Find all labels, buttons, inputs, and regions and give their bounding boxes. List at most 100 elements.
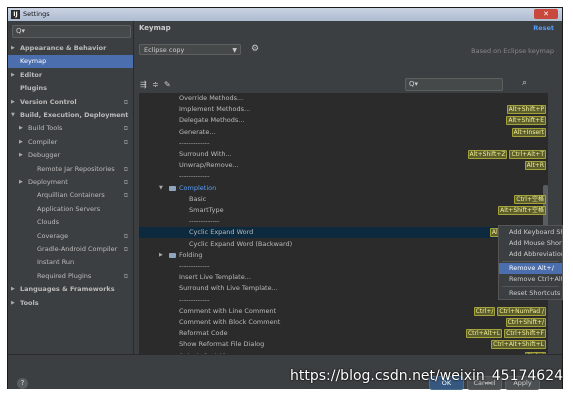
sidebar-item[interactable]: ▶ Deployment ⧉ [8,176,133,189]
based-on-label: Based on Eclipse keymap [471,47,554,55]
sidebar-item[interactable]: ▶ Compiler ⧉ [8,136,133,149]
keymap-action-row[interactable]: Unwrap/Remove... Alt+R [139,160,548,171]
project-settings-icon: ⧉ [123,138,128,146]
chevron-right-icon[interactable]: ▶ [19,149,23,162]
context-menu-item[interactable]: Reset Shortcuts [499,288,562,299]
shortcut-badge: Ctrl+Alt+T [509,150,546,159]
chevron-right-icon[interactable]: ▶ [11,283,15,296]
project-settings-icon: ⧉ [123,272,128,280]
folder-icon [169,185,176,191]
chevron-right-icon[interactable]: ▶ [159,250,163,261]
keymap-action-row[interactable]: Surround With... Alt+Shift+Z Ctrl+Alt+T [139,149,548,160]
sidebar-item[interactable]: Instant Run [8,256,133,269]
keymap-action-row[interactable]: Cyclic Expand WordAlt+/Ctrl+Alt+/ [139,227,548,239]
gear-icon[interactable]: ⚙ [251,45,259,54]
sidebar-item[interactable]: Remote Jar Repositories ⧉ [8,163,133,176]
sidebar-item[interactable]: ▶ Editor [8,69,133,82]
chevron-right-icon[interactable]: ▶ [19,176,23,189]
shortcut-badge: Ctrl+空格 [514,194,546,204]
collapse-all-icon[interactable]: ≑ [152,80,159,89]
sidebar-item-label: Required Plugins [37,271,92,280]
sidebar-item[interactable]: ▼ Build, Execution, Deployment [8,109,133,122]
expand-all-icon[interactable]: ⇶ [140,80,147,89]
keymap-action-row[interactable]: Insert Live Template...Ctrl+J [139,272,548,283]
keymap-search-input[interactable]: Q▾ [405,78,503,91]
sidebar-item[interactable]: Gradle-Android Compiler ⧉ [8,243,133,256]
action-label: Cyclic Expand Word (Backward) [189,239,293,248]
chevron-right-icon[interactable]: ▶ [11,69,15,82]
watermark-text: https://blog.csdn.net/weixin_45174624 [290,368,564,384]
keymap-action-row[interactable]: Override Methods... [139,93,548,104]
help-icon[interactable]: ? [17,378,28,389]
chevron-right-icon[interactable]: ▶ [11,297,15,310]
keymap-action-row[interactable]: Basic Ctrl+空格 [139,194,548,205]
keymap-action-row[interactable]: Implement Methods... Alt+Shift+P [139,104,548,115]
action-label: ------------- [179,172,210,181]
sidebar-item[interactable]: ▶ Languages & Frameworks [8,283,133,296]
close-window-button[interactable]: ✕ [534,9,558,19]
shortcut-badge: Alt+Insert [511,127,546,137]
find-by-shortcut-icon[interactable]: ⌕ [522,78,527,89]
keymap-action-row[interactable]: ▶ Folding [139,250,548,261]
context-menu-item[interactable]: Add Keyboard Shortcut [499,227,562,238]
sidebar-item[interactable]: ▶ Debugger [8,149,133,162]
keymap-action-row[interactable]: Show Reformat File Dialog Ctrl+Alt+Shift+… [139,339,548,350]
keymap-action-row[interactable]: Comment with Line Comment Ctrl+/Ctrl+NumP… [139,306,548,317]
project-settings-icon: ⧉ [123,165,128,173]
keymap-action-row[interactable]: ------------- [139,216,548,227]
sidebar-item[interactable]: ▶ Tools [8,297,133,310]
settings-search-input[interactable]: Q▾ [12,25,131,38]
menu-separator [502,286,559,287]
keymap-action-row[interactable]: ------------- [139,171,548,182]
chevron-right-icon[interactable]: ▶ [19,136,23,149]
keymap-action-row[interactable]: Cyclic Expand Word (Backward) [139,239,548,250]
sidebar-item[interactable]: Required Plugins ⧉ [8,270,133,283]
sidebar-item[interactable]: Application Servers [8,203,133,216]
reset-link[interactable]: Reset [533,24,554,32]
keymap-action-row[interactable]: Surround with Live Template... [139,283,548,294]
keymap-action-row[interactable]: SmartType Alt+Shift+空格 [139,205,548,216]
keymap-action-row[interactable]: ------------- [139,295,548,306]
keymap-action-row[interactable]: ------------- [139,261,548,272]
sidebar-item[interactable]: Coverage ⧉ [8,230,133,243]
keymap-action-row[interactable]: ▼ Completion [139,183,548,194]
keymap-action-row[interactable]: Reformat Code Ctrl+Alt+L Ctrl+Shift+F [139,328,548,339]
sidebar-item[interactable]: ▶ Appearance & Behavior [8,42,133,55]
edit-icon[interactable]: ✎ [164,80,171,89]
chevron-down-icon[interactable]: ▼ [159,183,163,194]
chevron-right-icon[interactable]: ▶ [11,42,15,55]
sidebar-item[interactable]: ▶ Version Control ⧉ [8,96,133,109]
sidebar-item[interactable]: Plugins [8,82,133,95]
chevron-right-icon[interactable]: ▶ [19,122,23,135]
keymap-action-row[interactable]: Generate... Alt+Insert [139,127,548,138]
page-title: Keymap [139,24,171,32]
action-label: Show Reformat File Dialog [179,340,265,349]
project-settings-icon: ⧉ [123,246,128,253]
context-menu-item[interactable]: Add Mouse Shortcut [499,238,562,249]
shortcut-badge: Ctrl+Shift+F [504,329,546,339]
project-settings-icon: ⧉ [123,192,128,200]
sidebar-item[interactable]: Clouds [8,216,133,229]
sidebar-item[interactable]: Keymap [8,55,133,69]
sidebar-item[interactable]: Arquillian Containers ⧉ [8,189,133,202]
sidebar-item[interactable]: ▶ Build Tools ⧉ [8,122,133,135]
context-menu-item[interactable]: Remove Ctrl+Alt+/ [499,274,562,285]
keymap-scheme-dropdown[interactable]: Eclipse copy ▼ [139,44,241,55]
shortcut-list: Alt+Shift+E [506,116,546,126]
context-menu-item[interactable]: Remove Alt+/ [499,263,562,274]
shortcut-list: Alt+Shift+Z Ctrl+Alt+T [467,150,546,159]
shortcut-list: Ctrl+Alt+Shift+L [491,340,546,350]
shortcut-list: Ctrl+/Ctrl+NumPad / [473,306,546,316]
sidebar-item-label: Languages & Frameworks [20,285,115,294]
chevron-down-icon[interactable]: ▼ [11,109,15,122]
keymap-action-row[interactable]: Delegate Methods... Alt+Shift+E [139,115,548,126]
keymap-action-row[interactable]: ------------- [139,138,548,149]
keymap-action-row[interactable]: Comment with Block Comment Ctrl+Shift+/ [139,317,548,328]
context-menu-item[interactable]: Add Abbreviation [499,249,562,260]
folder-icon [169,252,176,258]
project-settings-icon: ⧉ [123,98,128,106]
shortcut-list: Alt+Shift+空格 [498,206,546,215]
chevron-right-icon[interactable]: ▶ [11,96,15,109]
shortcut-badge: Alt+Shift+E [506,116,546,126]
sidebar-item-label: Keymap [20,57,47,66]
